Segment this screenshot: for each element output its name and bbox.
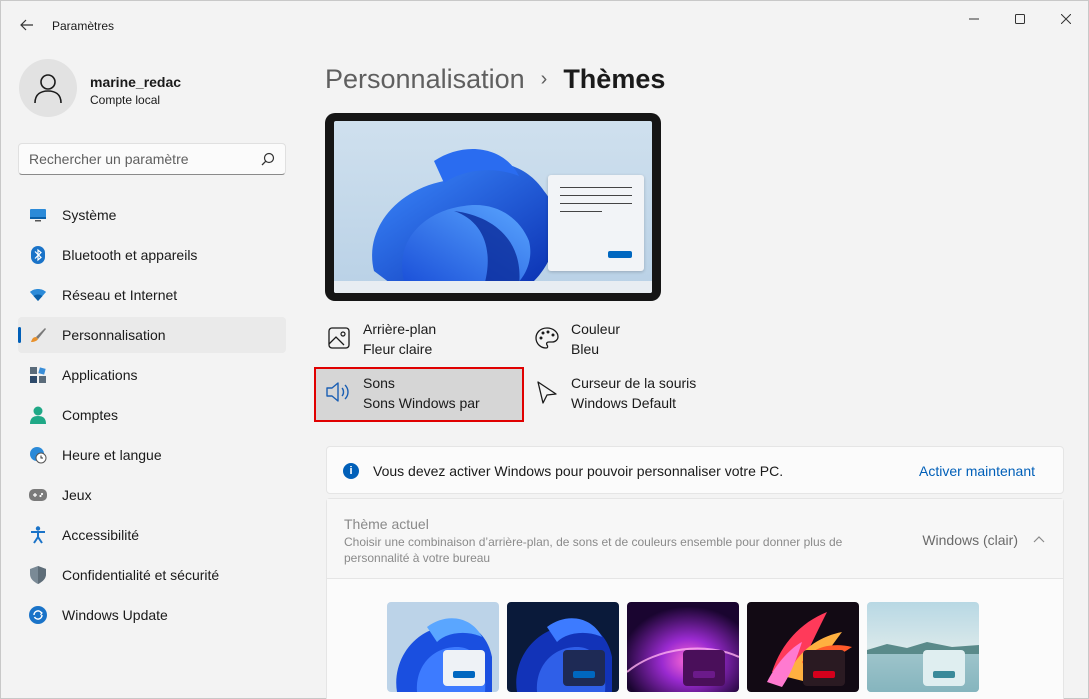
wifi-icon: [28, 285, 48, 305]
sidebar-item-heure-langue[interactable]: Heure et langue: [18, 437, 286, 473]
account-type: Compte local: [90, 93, 161, 107]
sidebar-item-systeme[interactable]: Système: [18, 197, 286, 233]
sidebar-item-label: Confidentialité et sécurité: [62, 567, 220, 583]
sidebar-item-confidentialite[interactable]: Confidentialité et sécurité: [18, 557, 286, 593]
theme-preview: [325, 113, 661, 301]
color-option[interactable]: Couleur Bleu: [534, 319, 724, 363]
theme-thumbnail-badge: [923, 650, 965, 686]
gamepad-icon: [28, 485, 48, 505]
background-option[interactable]: Arrière-plan Fleur claire: [326, 319, 516, 363]
page-title: Thèmes: [563, 63, 666, 94]
bluetooth-icon: [28, 245, 48, 265]
avatar: [19, 59, 77, 117]
person-icon: [28, 405, 48, 425]
current-theme-title: Thème actuel: [344, 516, 429, 532]
speaker-icon: [326, 379, 352, 405]
chevron-up-icon[interactable]: [1033, 535, 1045, 543]
apps-icon: [28, 365, 48, 385]
back-button[interactable]: [15, 13, 39, 37]
breadcrumb-parent[interactable]: Personnalisation: [325, 64, 525, 95]
maximize-icon: [1015, 14, 1025, 24]
current-theme-description: Choisir une combinaison d’arrière-plan, …: [344, 535, 843, 565]
theme-thumbnails: [387, 602, 987, 692]
close-icon: [1061, 14, 1071, 24]
sidebar-item-accessibilite[interactable]: Accessibilité: [18, 517, 286, 553]
sidebar-item-label: Système: [62, 207, 117, 223]
update-icon: [28, 605, 48, 625]
sidebar-item-bluetooth[interactable]: Bluetooth et appareils: [18, 237, 286, 273]
option-value: Bleu: [571, 341, 600, 357]
sidebar-item-label: Windows Update: [62, 607, 168, 623]
palette-icon: [534, 325, 560, 351]
activation-message: Vous devez activer Windows pour pouvoir …: [373, 463, 784, 479]
app-title: Paramètres: [52, 19, 115, 33]
sidebar-item-reseau[interactable]: Réseau et Internet: [18, 277, 286, 313]
user-name: marine_redac: [90, 74, 182, 90]
theme-thumbnail-badge: [563, 650, 605, 686]
brush-icon: [28, 325, 48, 345]
sidebar-item-label: Heure et langue: [62, 447, 162, 463]
sidebar-item-personnalisation[interactable]: Personnalisation: [18, 317, 286, 353]
theme-thumbnail-flow[interactable]: [867, 602, 979, 692]
current-theme-card: Thème actuel Choisir une combinaison d’a…: [326, 498, 1064, 699]
image-icon: [326, 325, 352, 351]
clock-globe-icon: [28, 445, 48, 465]
title-bar: Paramètres: [1, 1, 1088, 49]
sidebar-item-label: Accessibilité: [62, 527, 140, 543]
preview-taskbar: [334, 281, 652, 293]
theme-thumbnail-badge: [803, 650, 845, 686]
preview-dialog: [548, 175, 644, 271]
option-title: Sons: [363, 375, 395, 391]
theme-thumbnail-windows-dark[interactable]: [507, 602, 619, 692]
search-icon[interactable]: [261, 152, 275, 166]
sidebar-nav: Système Bluetooth et appareils Réseau et…: [18, 197, 286, 637]
option-title: Arrière-plan: [363, 321, 437, 337]
theme-thumbnail-windows-light[interactable]: [387, 602, 499, 692]
sidebar-item-label: Bluetooth et appareils: [62, 247, 198, 263]
current-theme-header[interactable]: Thème actuel Choisir une combinaison d’a…: [327, 499, 1063, 579]
search-input[interactable]: [19, 144, 255, 174]
minimize-button[interactable]: [951, 5, 997, 33]
sidebar-item-comptes[interactable]: Comptes: [18, 397, 286, 433]
arrow-left-icon: [20, 19, 33, 31]
accessibility-icon: [28, 525, 48, 545]
person-icon: [34, 74, 62, 104]
shield-icon: [28, 565, 48, 585]
sidebar-item-applications[interactable]: Applications: [18, 357, 286, 393]
search-box: [18, 143, 286, 175]
settings-window: Paramètres marine_redac Compte local Rec…: [0, 0, 1089, 699]
preview-screen: [334, 121, 652, 293]
sounds-option[interactable]: Sons Sons Windows par: [326, 373, 516, 417]
theme-thumbnail-badge: [683, 650, 725, 686]
cursor-icon: [534, 379, 560, 405]
activate-now-link[interactable]: Activer maintenant: [919, 463, 1035, 479]
sidebar-item-label: Jeux: [62, 487, 92, 503]
activation-infobar: i Vous devez activer Windows pour pouvoi…: [326, 446, 1064, 494]
option-value: Windows Default: [571, 395, 677, 411]
option-title: Curseur de la souris: [571, 375, 697, 391]
current-theme-value: Windows (clair): [922, 532, 1018, 548]
close-button[interactable]: [1043, 5, 1089, 33]
theme-thumbnail-glow[interactable]: [627, 602, 739, 692]
option-value: Sons Windows par: [363, 395, 480, 411]
maximize-button[interactable]: [997, 5, 1043, 33]
theme-thumbnail-captured-motion[interactable]: [747, 602, 859, 692]
breadcrumb-separator: ›: [540, 67, 548, 90]
sidebar-item-jeux[interactable]: Jeux: [18, 477, 286, 513]
theme-thumbnail-badge: [443, 650, 485, 686]
cursor-option[interactable]: Curseur de la souris Windows Default: [534, 373, 734, 417]
option-value: Fleur claire: [363, 341, 433, 357]
sidebar-item-label: Applications: [62, 367, 138, 383]
preview-accent-button: [608, 251, 632, 258]
option-title: Couleur: [571, 321, 621, 337]
minimize-icon: [969, 18, 979, 20]
breadcrumb: Personnalisation › Thèmes: [325, 61, 665, 97]
monitor-icon: [28, 205, 48, 225]
sidebar-item-label: Réseau et Internet: [62, 287, 178, 303]
sidebar-item-label: Personnalisation: [62, 327, 166, 343]
sidebar-item-label: Comptes: [62, 407, 119, 423]
info-icon: i: [343, 463, 359, 479]
sidebar-item-windows-update[interactable]: Windows Update: [18, 597, 286, 633]
